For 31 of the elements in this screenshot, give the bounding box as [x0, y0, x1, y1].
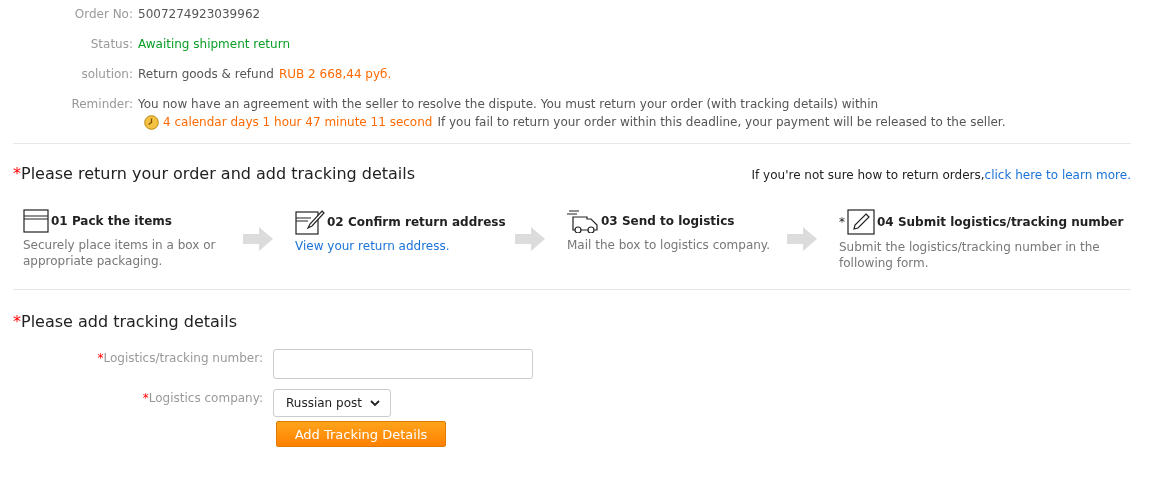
required-mark: * [13, 164, 21, 183]
field-label: Logistics company: [148, 391, 263, 405]
status-value: Awaiting shipment return [138, 37, 290, 51]
step-title: 03 Send to logistics [601, 214, 735, 228]
required-mark: * [142, 391, 149, 405]
reminder-text: You now have an agreement with the seller to resolve the dispute. You must return your order (with tracking details) within [138, 96, 880, 113]
countdown-text: 4 calendar days 1 hour 47 minute 11 second [163, 114, 433, 131]
logistics-company-dropdown[interactable]: Russian post [273, 389, 391, 417]
required-mark: * [97, 351, 104, 365]
required-mark: * [839, 215, 845, 229]
order-number: 5007274923039962 [138, 7, 261, 21]
reminder-text: If you fail to return your order within this deadline, your payment will be released to the seller. [437, 114, 1006, 131]
help-text: If you're not sure how to return orders, [751, 168, 985, 182]
field-label: Reminder: [70, 96, 134, 113]
step-description: Submit the logistics/tracking number in the following form. [839, 239, 1101, 271]
required-mark: * [13, 312, 21, 331]
field-label: Order No: [73, 6, 134, 23]
section-title: Please add tracking details [21, 312, 238, 331]
step-description: Securely place items in a box or appropriate packaging. [23, 237, 217, 269]
step-title: 01 Pack the items [51, 214, 172, 228]
step-title: 04 Submit logistics/tracking number [877, 215, 1124, 229]
field-label: Logistics/tracking number: [103, 351, 263, 365]
field-label: Status: [89, 36, 134, 53]
solution-value: Return goods & refund [138, 67, 274, 81]
return-address-link[interactable]: View your return address. [295, 239, 450, 253]
section-title: Please return your order and add tracking details [21, 164, 416, 183]
step-title: 02 Confirm return address [327, 215, 506, 229]
refund-amount: RUB 2 668,44 руб. [278, 67, 392, 81]
step-description: Mail the box to logistics company. [567, 237, 772, 253]
learn-more-link[interactable]: click here to learn more. [984, 168, 1131, 182]
field-label: solution: [80, 66, 134, 83]
